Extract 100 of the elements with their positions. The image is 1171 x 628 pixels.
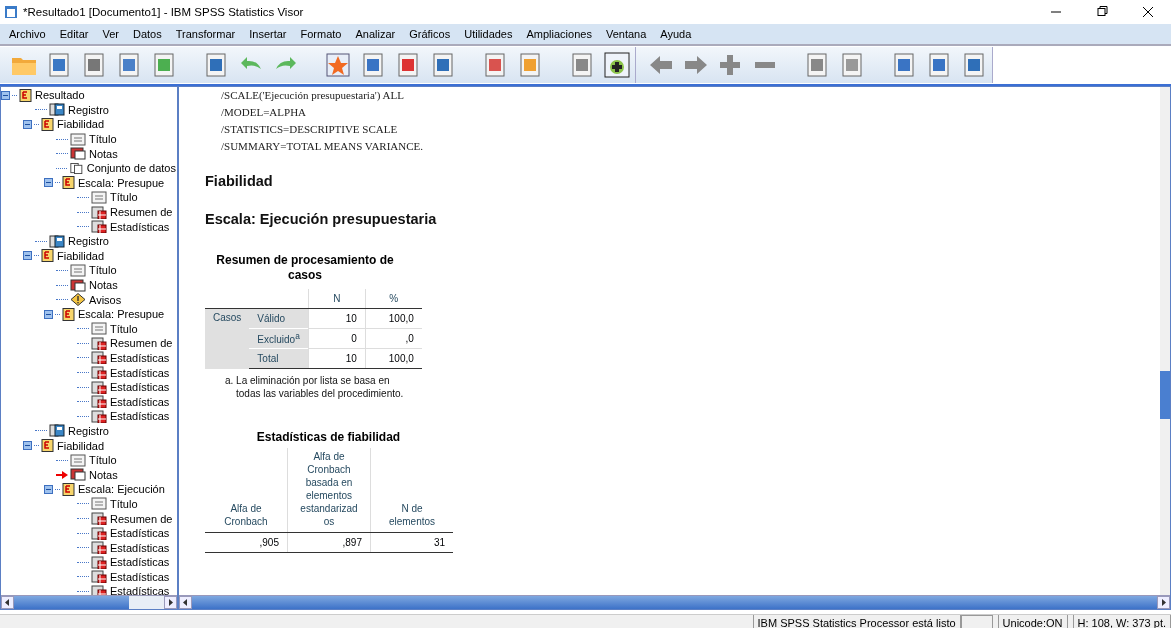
table-title: Estadísticas de fiabilidad [255, 430, 402, 444]
column-header: % [365, 289, 422, 309]
menu-item[interactable]: Ventana [600, 28, 656, 40]
collapse-toggle[interactable] [44, 309, 53, 319]
menu-item[interactable]: Ayuda [655, 28, 701, 40]
outline-item[interactable]: Título [88, 454, 118, 467]
menu-item[interactable]: Ver [97, 28, 128, 40]
table-cell: 100,0 [365, 348, 422, 369]
table-footnote: a. La eliminación por lista se basa en todas las variables del procedimiento. [225, 374, 404, 400]
collapse-toggle[interactable] [23, 120, 32, 129]
outline-item[interactable]: Estadísticas [109, 541, 171, 554]
row-group-header: Casos [205, 308, 250, 369]
outline-item[interactable]: Título [109, 322, 139, 335]
outline-item[interactable]: Fiabilidad [56, 249, 106, 262]
menu-item[interactable]: Insertar [244, 28, 296, 40]
outline-item[interactable]: Escala: Presupue [77, 308, 166, 321]
outline-item[interactable]: Estadísticas [109, 366, 171, 379]
scroll-left-button[interactable] [179, 596, 192, 609]
column-header: Alfa de Cronbach [205, 448, 288, 533]
title-icon [70, 263, 86, 277]
row-header: Total [249, 348, 309, 369]
outline-item[interactable]: Registro [67, 103, 110, 116]
outline-item[interactable]: Registro [67, 235, 110, 248]
outline-item[interactable]: Estadísticas [109, 527, 171, 540]
outline-item[interactable]: Título [88, 133, 118, 146]
table-cell: 0 [308, 328, 366, 349]
outline-item[interactable]: Registro [67, 424, 110, 437]
collapse-toggle[interactable] [1, 90, 10, 100]
outline-item[interactable]: Estadísticas [109, 352, 171, 364]
outline-item[interactable]: Notas [88, 147, 119, 160]
outline-item[interactable]: Resumen de [109, 512, 174, 525]
menu-item[interactable]: Datos [127, 28, 171, 40]
menu-item[interactable]: Archivo [4, 28, 55, 40]
menu-item[interactable]: Gráficos [404, 28, 460, 40]
table-cell: ,897 [287, 532, 371, 553]
status-text: IBM SPSS Statistics Processor está listo [752, 615, 961, 628]
outline-item[interactable]: Fiabilidad [56, 118, 106, 131]
column-header: N [308, 289, 366, 309]
warning-icon [70, 293, 86, 307]
title-icon [70, 453, 86, 467]
menu-item[interactable]: Ampliaciones [521, 28, 601, 40]
outline-item[interactable]: Escala: Presupue [77, 176, 166, 189]
outline-item[interactable]: Estadísticas [109, 395, 171, 408]
scroll-right-button[interactable] [164, 596, 177, 609]
table-cell: 10 [308, 308, 366, 329]
outline-item[interactable]: Resumen de [109, 337, 174, 350]
scrollbar-thumb[interactable] [192, 596, 1157, 609]
scrollbar-thumb[interactable] [1160, 371, 1170, 419]
log-icon [49, 103, 65, 117]
scroll-left-button[interactable] [1, 596, 14, 609]
outline-item[interactable]: Estadísticas [109, 570, 171, 583]
table-cell: 31 [370, 532, 453, 553]
column-header: Alfa de Cronbach basada en elementos estandarizad os [287, 448, 371, 533]
collapse-toggle[interactable] [23, 441, 32, 451]
outline-item[interactable]: Estadísticas [109, 220, 171, 233]
add-icon[interactable] [603, 51, 631, 79]
table-cell: ,0 [365, 328, 422, 349]
syntax-line: /STATISTICS=DESCRIPTIVE SCALE [221, 122, 399, 137]
log-icon [49, 424, 65, 438]
collapse-toggle[interactable] [23, 251, 32, 261]
menu-item[interactable]: Transformar [170, 28, 245, 40]
window-title: *Resultado1 [Documento1] - IBM SPSS Statistics Visor [23, 6, 304, 18]
outline-item[interactable]: Título [109, 191, 139, 204]
syntax-line: /SCALE('Ejecución presupuestaria') ALL [221, 88, 405, 103]
table-cell: 10 [308, 348, 366, 369]
menu-item[interactable]: Formato [295, 28, 351, 40]
title-icon [91, 322, 107, 336]
status-panel [960, 615, 993, 628]
scroll-right-button[interactable] [1157, 596, 1170, 609]
outline-item[interactable]: Resumen de [109, 206, 174, 219]
outline-item[interactable]: Notas [88, 468, 119, 481]
outline-item[interactable]: Escala: Ejecución [77, 483, 166, 496]
output-heading: Fiabilidad [205, 173, 274, 189]
title-icon [70, 132, 86, 146]
row-header: Válido [249, 308, 309, 329]
outline-item[interactable]: Estadísticas [109, 381, 171, 394]
scrollbar-thumb[interactable] [14, 596, 129, 609]
menu-item[interactable]: Utilidades [459, 28, 522, 40]
outline-item[interactable]: Conjunto de datos [85, 162, 177, 175]
menu-item[interactable]: Analizar [350, 28, 405, 40]
column-header: N de elementos [370, 448, 453, 533]
collapse-toggle[interactable] [44, 484, 53, 494]
outline-item[interactable]: Estadísticas [109, 585, 171, 595]
menu-item[interactable]: Editar [54, 28, 98, 40]
outline-item[interactable]: Notas [88, 279, 119, 291]
title-icon [91, 497, 107, 511]
output-heading: Escala: Ejecución presupuestaria [205, 211, 438, 227]
collapse-toggle[interactable] [44, 178, 53, 188]
status-text: Unicode:ON [997, 615, 1068, 628]
outline-item[interactable]: Título [88, 264, 118, 277]
row-header: Excluido$^{a}$ [249, 328, 309, 349]
notes-icon [70, 278, 86, 292]
outline-item[interactable]: Estadísticas [109, 410, 171, 423]
outline-item[interactable]: Estadísticas [109, 556, 171, 569]
table-title: Resumen de procesamiento de casos [215, 253, 395, 283]
syntax-line: /MODEL=ALPHA [221, 105, 308, 120]
outline-item[interactable]: Fiabilidad [56, 439, 106, 452]
outline-item[interactable]: Resultado [34, 89, 86, 102]
outline-item[interactable]: Avisos [88, 293, 123, 306]
outline-item[interactable]: Título [109, 497, 139, 510]
